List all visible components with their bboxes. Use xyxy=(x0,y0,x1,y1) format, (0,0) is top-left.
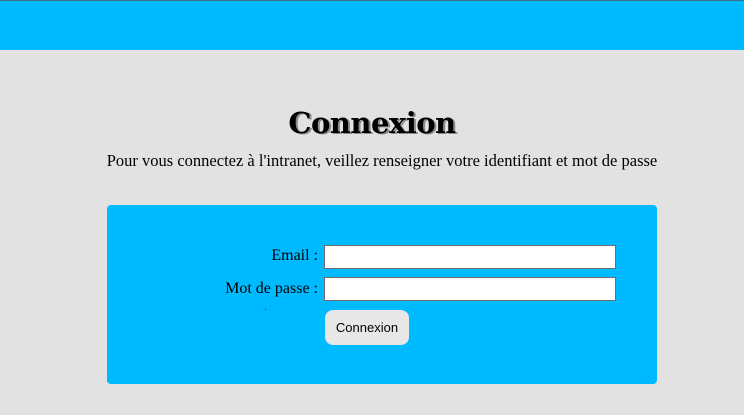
page-title: Connexion xyxy=(288,106,456,140)
password-field[interactable] xyxy=(324,277,616,301)
email-field[interactable] xyxy=(324,245,616,269)
stray-mark: . xyxy=(264,302,268,313)
password-label: Mot de passe : xyxy=(225,280,318,297)
page-subtitle: Pour vous connectez à l'intranet, veille… xyxy=(106,151,658,170)
login-form-panel: Email : Mot de passe : . Connexion xyxy=(107,205,657,384)
top-header-bar xyxy=(0,0,744,50)
login-submit-button[interactable]: Connexion xyxy=(325,310,409,345)
email-label: Email : xyxy=(271,247,318,264)
